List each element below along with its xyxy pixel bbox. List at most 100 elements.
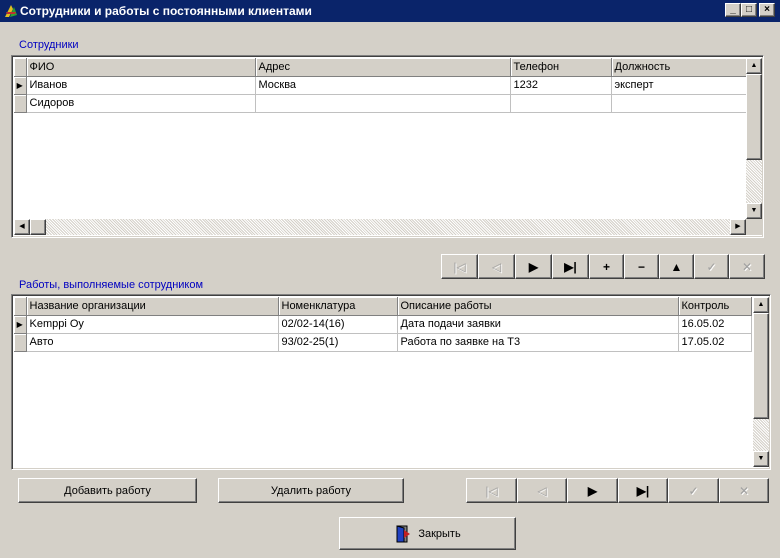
- table-row[interactable]: Сидоров: [14, 94, 751, 113]
- works-navigator: |◁ ◁ ▶ ▶| ✓ ✕: [466, 478, 769, 503]
- cell-phone[interactable]: 1232: [510, 76, 612, 95]
- door-exit-icon: [396, 524, 411, 542]
- delete-work-button[interactable]: Удалить работу: [218, 478, 404, 503]
- last-record-button[interactable]: ▶|: [618, 478, 668, 503]
- cell-position[interactable]: эксперт: [611, 76, 751, 95]
- column-header-position[interactable]: Должность: [611, 58, 751, 77]
- close-window-button[interactable]: ×: [759, 3, 775, 17]
- cell-phone[interactable]: [510, 94, 612, 113]
- last-record-icon: ▶|: [636, 483, 650, 498]
- cell-fio[interactable]: Иванов: [26, 76, 256, 95]
- first-record-icon: |◁: [485, 483, 498, 498]
- row-indicator: [14, 94, 27, 113]
- first-record-button[interactable]: |◁: [441, 254, 478, 279]
- close-button[interactable]: Закрыть: [339, 517, 516, 550]
- column-header-organization[interactable]: Название организации: [26, 297, 279, 316]
- prior-record-button[interactable]: ◁: [478, 254, 515, 279]
- prior-record-icon: ◁: [491, 259, 502, 274]
- current-row-indicator-icon: ▶: [14, 315, 27, 334]
- minimize-button[interactable]: _: [725, 3, 741, 17]
- cell-organization[interactable]: Авто: [26, 333, 279, 352]
- works-table: Название организации Номенклатура Описан…: [14, 297, 752, 352]
- table-row[interactable]: ▶ Иванов Москва 1232 эксперт: [14, 76, 751, 95]
- employees-vscrollbar[interactable]: ▲ ▼: [746, 58, 762, 219]
- employees-hscrollbar[interactable]: ◀ ▶: [14, 219, 746, 235]
- cell-description[interactable]: Дата подачи заявки: [397, 315, 679, 334]
- current-row-indicator-icon: ▶: [14, 76, 27, 95]
- cell-organization[interactable]: Kemppi Oy: [26, 315, 279, 334]
- scroll-corner: [746, 219, 762, 235]
- indicator-header: [14, 297, 27, 316]
- edit-record-button[interactable]: ▲: [659, 254, 694, 279]
- maximize-button[interactable]: □: [741, 3, 757, 17]
- scroll-down-icon[interactable]: ▼: [746, 203, 762, 219]
- cell-address[interactable]: Москва: [255, 76, 511, 95]
- check-icon: ✓: [688, 483, 699, 498]
- post-edit-button[interactable]: ✓: [694, 254, 729, 279]
- cell-position[interactable]: [611, 94, 751, 113]
- works-header-row: Название организации Номенклатура Описан…: [14, 297, 752, 316]
- cell-description[interactable]: Работа по заявке на Т3: [397, 333, 679, 352]
- scroll-down-icon[interactable]: ▼: [753, 451, 769, 467]
- works-label: Работы, выполняемые сотрудником: [19, 279, 204, 291]
- scroll-thumb[interactable]: [746, 74, 762, 160]
- cancel-edit-button[interactable]: ✕: [729, 254, 765, 279]
- employees-table: ФИО Адрес Телефон Должность ▶ Иванов Мос…: [14, 58, 751, 113]
- last-record-icon: ▶|: [564, 259, 577, 274]
- cell-nomenclature[interactable]: 02/02-14(16): [278, 315, 398, 334]
- delete-record-button[interactable]: −: [624, 254, 659, 279]
- app-icon: [5, 5, 17, 17]
- next-record-icon: ▶: [528, 259, 539, 274]
- employees-grid[interactable]: ФИО Адрес Телефон Должность ▶ Иванов Мос…: [11, 55, 764, 238]
- scroll-thumb[interactable]: [753, 313, 769, 419]
- employees-header-row: ФИО Адрес Телефон Должность: [14, 58, 751, 77]
- prior-record-icon: ◁: [537, 483, 547, 498]
- check-icon: ✓: [706, 259, 717, 274]
- window-title: Сотрудники и работы с постоянными клиент…: [20, 4, 312, 18]
- column-header-description[interactable]: Описание работы: [397, 297, 679, 316]
- cancel-edit-button[interactable]: ✕: [719, 478, 769, 503]
- column-header-fio[interactable]: ФИО: [26, 58, 256, 77]
- table-row[interactable]: ▶ Kemppi Oy 02/02-14(16) Дата подачи зая…: [14, 315, 752, 334]
- cell-control[interactable]: 16.05.02: [678, 315, 752, 334]
- next-record-button[interactable]: ▶: [567, 478, 618, 503]
- table-row[interactable]: Авто 93/02-25(1) Работа по заявке на Т3 …: [14, 333, 752, 352]
- works-vscrollbar[interactable]: ▲ ▼: [753, 297, 769, 467]
- scroll-thumb[interactable]: [30, 219, 46, 235]
- row-indicator: [14, 333, 27, 352]
- next-record-button[interactable]: ▶: [515, 254, 552, 279]
- first-record-button[interactable]: |◁: [466, 478, 517, 503]
- close-icon: ×: [764, 4, 770, 15]
- insert-record-button[interactable]: +: [589, 254, 624, 279]
- indicator-header: [14, 58, 27, 77]
- cell-nomenclature[interactable]: 93/02-25(1): [278, 333, 398, 352]
- scroll-up-icon[interactable]: ▲: [746, 58, 762, 74]
- plus-icon: +: [602, 259, 610, 274]
- employees-navigator: |◁ ◁ ▶ ▶| + − ▲ ✓ ✕: [441, 254, 765, 279]
- first-record-icon: |◁: [453, 259, 466, 274]
- cell-address[interactable]: [255, 94, 511, 113]
- edit-icon: ▲: [670, 259, 683, 274]
- add-work-button[interactable]: Добавить работу: [18, 478, 197, 503]
- minimize-icon: _: [730, 4, 736, 15]
- scroll-up-icon[interactable]: ▲: [753, 297, 769, 313]
- window-titlebar[interactable]: Сотрудники и работы с постоянными клиент…: [0, 0, 780, 22]
- column-header-address[interactable]: Адрес: [255, 58, 511, 77]
- cancel-icon: ✕: [738, 483, 750, 498]
- cell-fio[interactable]: Сидоров: [26, 94, 256, 113]
- close-button-label: Закрыть: [418, 527, 461, 540]
- cell-control[interactable]: 17.05.02: [678, 333, 752, 352]
- column-header-nomenclature[interactable]: Номенклатура: [278, 297, 398, 316]
- scroll-right-icon[interactable]: ▶: [730, 219, 746, 235]
- cancel-icon: ✕: [741, 259, 753, 274]
- post-edit-button[interactable]: ✓: [668, 478, 719, 503]
- prior-record-button[interactable]: ◁: [517, 478, 567, 503]
- next-record-icon: ▶: [587, 483, 598, 498]
- employees-label: Сотрудники: [19, 39, 79, 51]
- column-header-phone[interactable]: Телефон: [510, 58, 612, 77]
- column-header-control[interactable]: Контроль: [678, 297, 752, 316]
- minus-icon: −: [637, 259, 645, 274]
- works-grid[interactable]: Название организации Номенклатура Описан…: [11, 294, 771, 470]
- scroll-left-icon[interactable]: ◀: [14, 219, 30, 235]
- last-record-button[interactable]: ▶|: [552, 254, 589, 279]
